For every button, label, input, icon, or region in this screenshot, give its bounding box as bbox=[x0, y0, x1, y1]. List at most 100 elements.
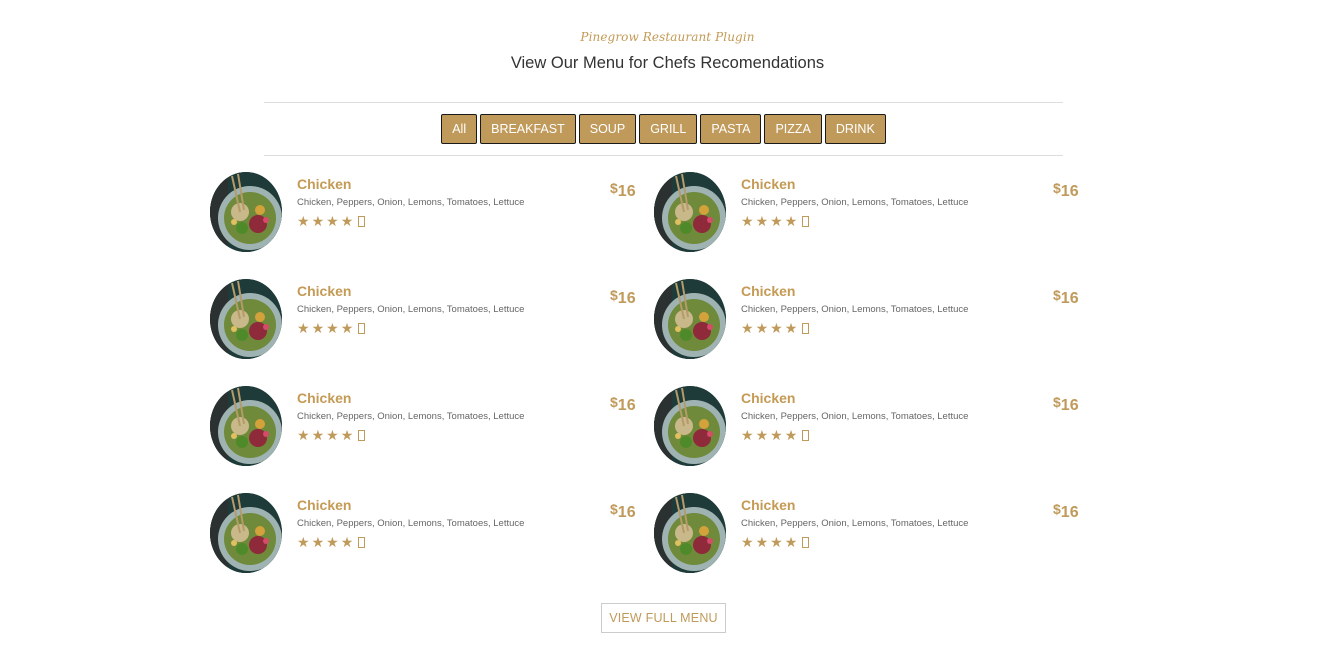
dish-price: $16 bbox=[1053, 178, 1079, 202]
price-value: 16 bbox=[1060, 183, 1079, 200]
currency-symbol: $ bbox=[1053, 180, 1061, 196]
dish-name: Chicken bbox=[297, 390, 352, 406]
star-filled-icon: ★ bbox=[297, 427, 310, 443]
currency-symbol: $ bbox=[1053, 501, 1061, 517]
dish-price: $16 bbox=[610, 285, 636, 309]
star-empty-icon bbox=[802, 322, 810, 334]
dish-price: $16 bbox=[610, 392, 636, 416]
filter-pasta-button[interactable]: PASTA bbox=[700, 114, 762, 144]
page-title: View Our Menu for Chefs Recomendations bbox=[510, 54, 825, 72]
filter-all-button[interactable]: All bbox=[441, 114, 478, 144]
dish-rating: ★ ★ ★ ★ bbox=[297, 534, 366, 550]
currency-symbol: $ bbox=[1053, 287, 1061, 303]
star-filled-icon: ★ bbox=[784, 213, 798, 229]
menu-item[interactable]: Chicken Chicken, Peppers, Onion, Lemons,… bbox=[654, 279, 1090, 386]
star-filled-icon: ★ bbox=[311, 534, 325, 550]
star-filled-icon: ★ bbox=[784, 534, 798, 550]
star-filled-icon: ★ bbox=[741, 320, 754, 336]
dish-ingredients: Chicken, Peppers, Onion, Lemons, Tomatoe… bbox=[741, 411, 969, 422]
menu-item[interactable]: Chicken Chicken, Peppers, Onion, Lemons,… bbox=[654, 386, 1090, 493]
star-empty-icon bbox=[358, 215, 366, 227]
plugin-subtitle: Pinegrow Restaurant Plugin bbox=[580, 30, 755, 44]
view-full-menu-button[interactable]: VIEW FULL MENU bbox=[601, 603, 726, 633]
dish-ingredients: Chicken, Peppers, Onion, Lemons, Tomatoe… bbox=[297, 197, 525, 208]
star-empty-icon bbox=[358, 322, 366, 334]
dish-image bbox=[654, 493, 726, 573]
filter-drink-button[interactable]: DRINK bbox=[824, 114, 886, 144]
menu-item[interactable]: Chicken Chicken, Peppers, Onion, Lemons,… bbox=[210, 493, 654, 600]
dish-name: Chicken bbox=[741, 497, 796, 513]
star-filled-icon: ★ bbox=[311, 320, 325, 336]
star-filled-icon: ★ bbox=[741, 427, 754, 443]
menu-items-grid: Chicken Chicken, Peppers, Onion, Lemons,… bbox=[210, 172, 1090, 600]
star-empty-icon bbox=[802, 215, 810, 227]
dish-image bbox=[654, 172, 726, 252]
star-filled-icon: ★ bbox=[326, 213, 339, 229]
star-filled-icon: ★ bbox=[755, 320, 769, 336]
currency-symbol: $ bbox=[610, 501, 618, 517]
star-filled-icon: ★ bbox=[326, 427, 339, 443]
menu-item[interactable]: Chicken Chicken, Peppers, Onion, Lemons,… bbox=[654, 172, 1090, 279]
price-value: 16 bbox=[1060, 290, 1079, 307]
price-value: 16 bbox=[1060, 397, 1079, 414]
dish-price: $16 bbox=[610, 499, 636, 523]
dish-ingredients: Chicken, Peppers, Onion, Lemons, Tomatoe… bbox=[297, 304, 525, 315]
menu-item[interactable]: Chicken Chicken, Peppers, Onion, Lemons,… bbox=[210, 172, 654, 279]
dish-image bbox=[210, 493, 282, 573]
menu-item[interactable]: Chicken Chicken, Peppers, Onion, Lemons,… bbox=[210, 386, 654, 493]
category-filter-bar: All BREAKFAST SOUP GRILL PASTA PIZZA DRI… bbox=[264, 102, 1063, 156]
filter-grill-button[interactable]: GRILL bbox=[639, 114, 698, 144]
dish-rating: ★ ★ ★ ★ bbox=[297, 427, 366, 443]
dish-name: Chicken bbox=[741, 390, 796, 406]
currency-symbol: $ bbox=[1053, 394, 1061, 410]
menu-header: Pinegrow Restaurant Plugin View Our Menu… bbox=[0, 0, 1335, 74]
dish-image bbox=[654, 279, 726, 359]
dish-rating: ★ ★ ★ ★ bbox=[741, 320, 810, 336]
star-filled-icon: ★ bbox=[755, 213, 769, 229]
menu-item[interactable]: Chicken Chicken, Peppers, Onion, Lemons,… bbox=[210, 279, 654, 386]
star-filled-icon: ★ bbox=[311, 427, 325, 443]
dish-image bbox=[654, 386, 726, 466]
dish-ingredients: Chicken, Peppers, Onion, Lemons, Tomatoe… bbox=[741, 304, 969, 315]
currency-symbol: $ bbox=[610, 394, 618, 410]
dish-price: $16 bbox=[1053, 499, 1079, 523]
star-filled-icon: ★ bbox=[784, 427, 798, 443]
price-value: 16 bbox=[617, 290, 636, 307]
dish-name: Chicken bbox=[297, 283, 352, 299]
filter-soup-button[interactable]: SOUP bbox=[578, 114, 637, 144]
dish-name: Chicken bbox=[741, 176, 796, 192]
filter-pizza-button[interactable]: PIZZA bbox=[764, 114, 822, 144]
price-value: 16 bbox=[617, 397, 636, 414]
dish-rating: ★ ★ ★ ★ bbox=[741, 427, 810, 443]
star-filled-icon: ★ bbox=[741, 534, 754, 550]
star-filled-icon: ★ bbox=[297, 213, 310, 229]
star-empty-icon bbox=[802, 429, 810, 441]
star-filled-icon: ★ bbox=[297, 320, 310, 336]
star-filled-icon: ★ bbox=[340, 534, 354, 550]
price-value: 16 bbox=[617, 504, 636, 521]
star-filled-icon: ★ bbox=[326, 320, 339, 336]
star-filled-icon: ★ bbox=[741, 213, 754, 229]
star-filled-icon: ★ bbox=[340, 213, 354, 229]
star-filled-icon: ★ bbox=[755, 534, 769, 550]
menu-item[interactable]: Chicken Chicken, Peppers, Onion, Lemons,… bbox=[654, 493, 1090, 600]
dish-ingredients: Chicken, Peppers, Onion, Lemons, Tomatoe… bbox=[297, 518, 525, 529]
star-empty-icon bbox=[802, 536, 810, 548]
dish-price: $16 bbox=[1053, 285, 1079, 309]
star-filled-icon: ★ bbox=[770, 427, 783, 443]
dish-name: Chicken bbox=[297, 497, 352, 513]
dish-name: Chicken bbox=[741, 283, 796, 299]
dish-rating: ★ ★ ★ ★ bbox=[297, 320, 366, 336]
star-filled-icon: ★ bbox=[297, 534, 310, 550]
dish-ingredients: Chicken, Peppers, Onion, Lemons, Tomatoe… bbox=[741, 197, 969, 208]
dish-rating: ★ ★ ★ ★ bbox=[741, 534, 810, 550]
dish-rating: ★ ★ ★ ★ bbox=[297, 213, 366, 229]
menu-page: Pinegrow Restaurant Plugin View Our Menu… bbox=[0, 0, 1335, 657]
star-filled-icon: ★ bbox=[770, 213, 783, 229]
star-empty-icon bbox=[358, 429, 366, 441]
star-filled-icon: ★ bbox=[784, 320, 798, 336]
star-filled-icon: ★ bbox=[311, 213, 325, 229]
star-filled-icon: ★ bbox=[340, 427, 354, 443]
filter-breakfast-button[interactable]: BREAKFAST bbox=[480, 114, 576, 144]
dish-ingredients: Chicken, Peppers, Onion, Lemons, Tomatoe… bbox=[741, 518, 969, 529]
